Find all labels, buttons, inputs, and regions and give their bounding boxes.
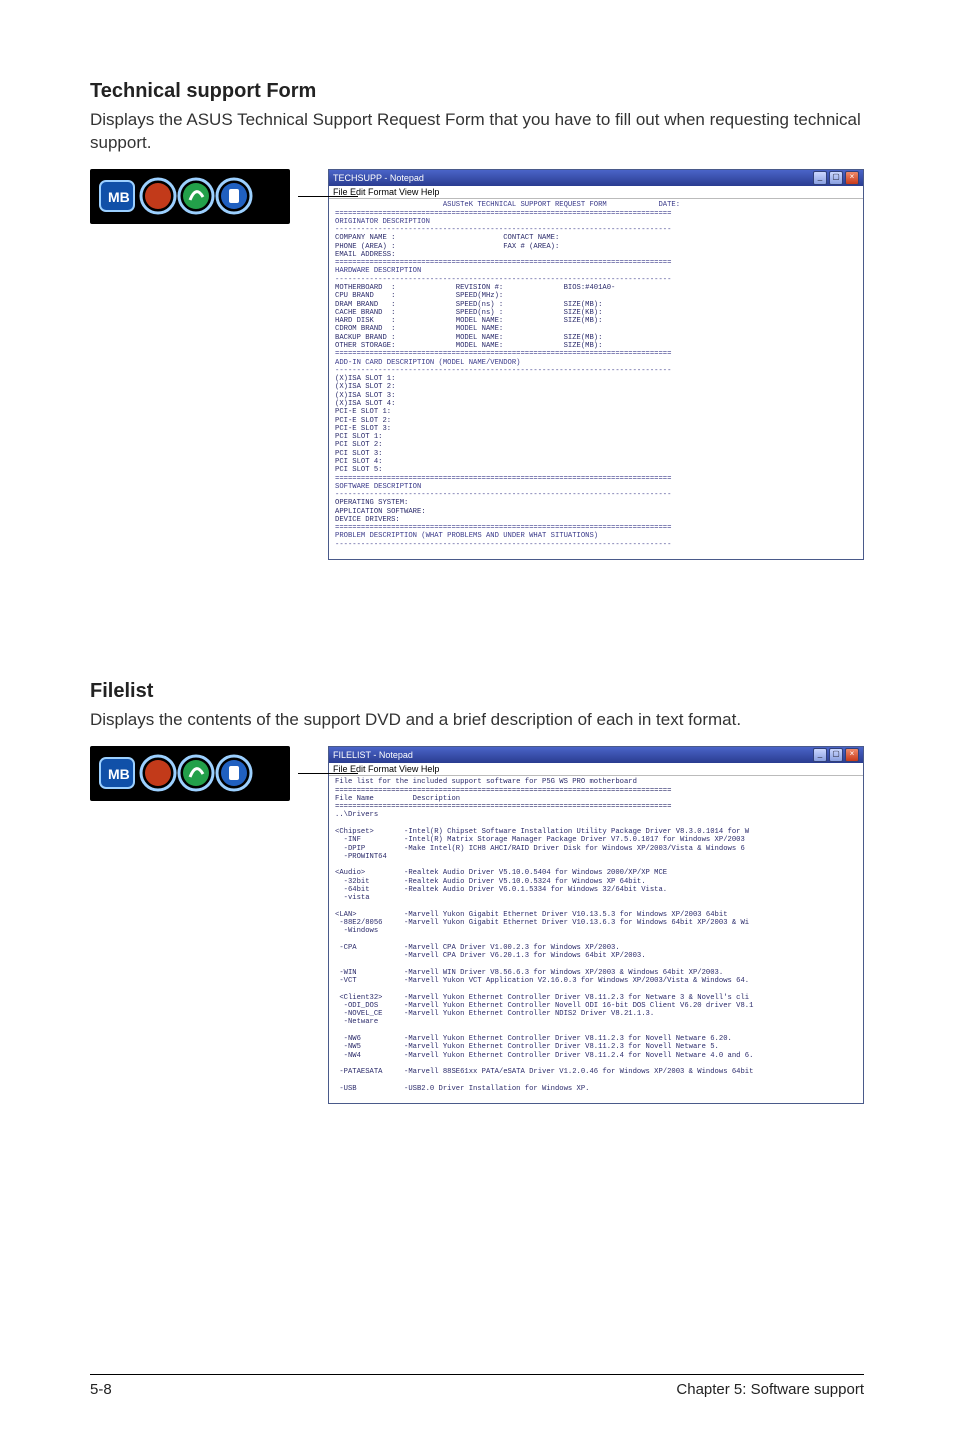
svg-text:MB: MB <box>108 189 130 205</box>
section1-text: Displays the ASUS Technical Support Requ… <box>90 109 864 155</box>
close-icon[interactable]: × <box>845 748 859 762</box>
section2-title: Filelist <box>90 680 864 703</box>
notepad1-menubar[interactable]: File Edit Format View Help <box>329 186 863 199</box>
section2-text: Displays the contents of the support DVD… <box>90 709 864 732</box>
notepad1-title: TECHSUPP - Notepad <box>333 173 424 183</box>
callout-line-1 <box>298 196 358 197</box>
support-dvd-thumb-2: MB <box>90 746 290 801</box>
page-footer: 5-8 Chapter 5: Software support <box>90 1374 864 1398</box>
notepad2-title: FILELIST - Notepad <box>333 750 413 760</box>
svg-text:MB: MB <box>108 766 130 782</box>
minimize-icon[interactable]: _ <box>813 748 827 762</box>
callout-line-2 <box>298 773 358 774</box>
page-number: 5-8 <box>90 1381 112 1398</box>
chapter-label: Chapter 5: Software support <box>676 1381 864 1398</box>
minimize-icon[interactable]: _ <box>813 171 827 185</box>
close-icon[interactable]: × <box>845 171 859 185</box>
notepad1-body: ASUSTeK TECHNICAL SUPPORT REQUEST FORM D… <box>329 199 863 559</box>
maximize-icon[interactable]: ▢ <box>829 171 843 185</box>
filelist-notepad: FILELIST - Notepad _ ▢ × File Edit Forma… <box>328 746 864 1104</box>
figure-row-2: MB FILELIST - Notepad _ ▢ <box>90 746 864 1104</box>
section1-title: Technical support Form <box>90 80 864 103</box>
techsupp-notepad: TECHSUPP - Notepad _ ▢ × File Edit Forma… <box>328 169 864 560</box>
notepad2-menubar[interactable]: File Edit Format View Help <box>329 763 863 776</box>
support-dvd-thumb-1: MB <box>90 169 290 224</box>
figure-row-1: MB TECHSUPP - Notepad _ ▢ <box>90 169 864 560</box>
notepad2-body: File list for the included support softw… <box>329 776 863 1103</box>
maximize-icon[interactable]: ▢ <box>829 748 843 762</box>
